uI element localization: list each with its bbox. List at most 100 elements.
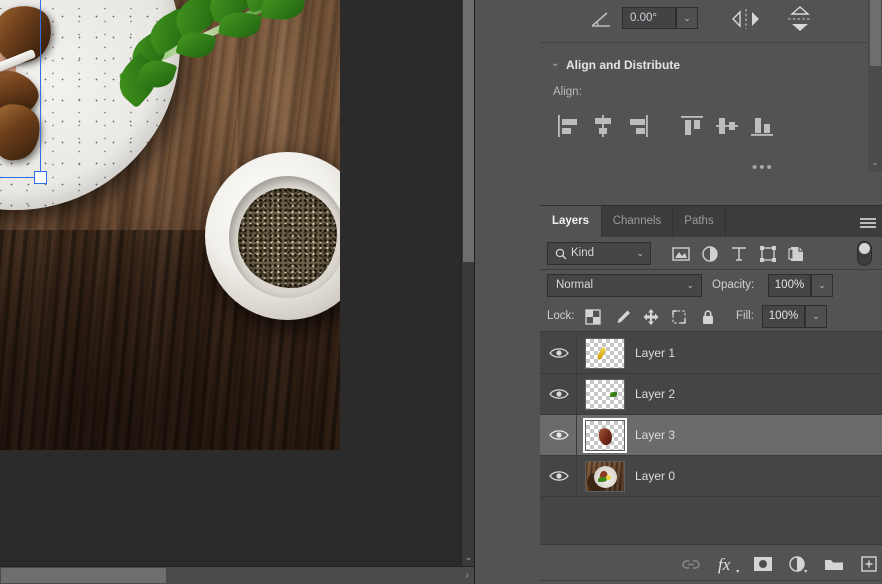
align-top-edges-icon[interactable] xyxy=(678,112,706,140)
thumbnail-artwork xyxy=(586,380,624,409)
layer-name[interactable]: Layer 3 xyxy=(635,415,675,456)
flip-vertical-icon[interactable] xyxy=(785,6,815,32)
chevron-down-icon[interactable]: ⌄ xyxy=(686,275,694,296)
lock-options-row: Lock: xyxy=(540,301,882,332)
eye-icon[interactable] xyxy=(549,469,569,483)
transparency-checkerboard xyxy=(585,420,625,451)
lock-transparent-pixels-icon[interactable] xyxy=(584,308,602,326)
panel-tab-bar: Layers Channels Paths xyxy=(540,206,882,237)
angle-dropdown-button[interactable]: ⌄ xyxy=(676,7,698,29)
new-group-icon[interactable] xyxy=(823,553,845,575)
layers-action-bar: fx xyxy=(540,544,882,580)
tab-layers[interactable]: Layers xyxy=(540,206,602,237)
canvas-horizontal-scroll-thumb[interactable] xyxy=(1,568,166,583)
layer-visibility-toggle[interactable] xyxy=(540,456,577,496)
canvas-vertical-scrollbar[interactable]: ⌄ xyxy=(461,0,474,566)
fill-label: Fill: xyxy=(736,301,754,332)
layer-thumbnail[interactable] xyxy=(585,379,625,410)
properties-scroll-thumb[interactable] xyxy=(870,0,881,66)
lock-all-icon[interactable] xyxy=(699,308,717,326)
align-horizontal-centers-icon[interactable] xyxy=(589,112,617,140)
search-icon xyxy=(555,248,567,260)
filter-type-layers-icon[interactable] xyxy=(728,243,750,265)
new-layer-icon[interactable] xyxy=(858,553,880,575)
photoshop-window: ⌄ › 0.00° ⌄ xyxy=(0,0,882,584)
layer-thumbnail[interactable] xyxy=(585,338,625,369)
blend-mode-value: Normal xyxy=(556,279,593,291)
table-row[interactable]: Layer 3 xyxy=(540,415,882,456)
lock-position-icon[interactable] xyxy=(642,308,660,326)
panel-footer xyxy=(540,580,882,584)
eye-icon[interactable] xyxy=(549,428,569,442)
filter-adjustment-layers-icon[interactable] xyxy=(699,243,721,265)
hamburger-menu-icon[interactable] xyxy=(860,218,876,227)
arugula-leaf xyxy=(112,0,322,116)
layer-list[interactable]: Layer 1 xyxy=(540,333,882,541)
layer-visibility-toggle[interactable] xyxy=(540,374,577,414)
align-label: Align: xyxy=(553,86,582,98)
canvas-vertical-scroll-thumb[interactable] xyxy=(463,0,474,262)
layer-thumbnail[interactable] xyxy=(585,461,625,492)
layer-name[interactable]: Layer 2 xyxy=(635,374,675,415)
transform-guide-vertical xyxy=(40,0,41,178)
layer-visibility-toggle[interactable] xyxy=(540,333,577,373)
tab-channels[interactable]: Channels xyxy=(602,206,673,237)
layer-name[interactable]: Layer 1 xyxy=(635,333,675,374)
chevron-down-icon[interactable]: ⌄ xyxy=(636,243,644,264)
flip-horizontal-icon[interactable] xyxy=(730,8,762,30)
lock-artboard-nesting-icon[interactable] xyxy=(670,308,688,326)
eye-icon[interactable] xyxy=(549,346,569,360)
opacity-label: Opacity: xyxy=(712,274,754,297)
fill-input[interactable]: 100% xyxy=(762,305,805,328)
canvas-horizontal-scrollbar[interactable]: › xyxy=(0,566,474,584)
add-layer-mask-icon[interactable] xyxy=(752,553,774,575)
table-row[interactable]: Layer 2 xyxy=(540,374,882,415)
opacity-dropdown-button[interactable]: ⌄ xyxy=(811,274,833,297)
lock-label: Lock: xyxy=(547,301,575,332)
filter-shape-layers-icon[interactable] xyxy=(757,243,779,265)
align-and-distribute-section: ⌄ Align and Distribute Align: xyxy=(540,44,868,204)
lock-image-pixels-icon[interactable] xyxy=(614,308,632,326)
layer-filter-row: Kind ⌄ xyxy=(540,237,882,270)
eye-icon[interactable] xyxy=(549,387,569,401)
opacity-input[interactable]: 100% xyxy=(768,274,811,297)
filter-enable-toggle[interactable] xyxy=(857,241,872,266)
align-buttons-group xyxy=(540,112,868,146)
layer-thumbnail[interactable] xyxy=(585,420,625,451)
chevron-right-icon[interactable]: › xyxy=(466,568,469,583)
blend-mode-select[interactable]: Normal ⌄ xyxy=(547,274,702,297)
align-left-edges-icon[interactable] xyxy=(554,112,582,140)
layers-panel: Layers Channels Paths Kind ⌄ xyxy=(540,205,882,584)
layer-kind-filter-select[interactable]: Kind ⌄ xyxy=(547,242,651,265)
svg-text:fx: fx xyxy=(718,555,731,574)
layer-style-fx-icon[interactable]: fx xyxy=(717,553,739,575)
document-canvas-window[interactable]: ⌄ › xyxy=(0,0,474,584)
align-vertical-centers-icon[interactable] xyxy=(713,112,741,140)
transform-row: 0.00° ⌄ xyxy=(540,0,868,43)
thumbnail-artwork xyxy=(585,461,625,492)
filter-pixel-layers-icon[interactable] xyxy=(670,243,692,265)
chevron-down-icon[interactable]: ⌄ xyxy=(551,58,559,69)
table-row[interactable]: Layer 1 xyxy=(540,333,882,374)
filter-smart-object-layers-icon[interactable] xyxy=(786,243,808,265)
transform-handle[interactable] xyxy=(34,171,47,184)
angle-input[interactable]: 0.00° xyxy=(622,7,676,29)
align-right-edges-icon[interactable] xyxy=(624,112,652,140)
properties-vertical-scrollbar[interactable]: ⌄ xyxy=(868,0,882,172)
chevron-down-icon[interactable]: ⌄ xyxy=(868,158,882,167)
align-bottom-edges-icon[interactable] xyxy=(748,112,776,140)
bowl-interior xyxy=(229,176,340,298)
layer-name[interactable]: Layer 0 xyxy=(635,456,675,497)
thumbnail-artwork xyxy=(586,421,624,450)
align-section-title: Align and Distribute xyxy=(566,58,680,72)
transparency-checkerboard xyxy=(585,338,625,369)
new-adjustment-layer-icon[interactable] xyxy=(787,553,809,575)
more-align-options-button[interactable]: ••• xyxy=(752,159,774,176)
right-dock: 0.00° ⌄ ⌄ xyxy=(540,0,882,584)
link-layers-icon[interactable] xyxy=(680,553,702,575)
table-row[interactable]: Layer 0 xyxy=(540,456,882,497)
canvas-artwork[interactable] xyxy=(0,0,340,450)
layer-visibility-toggle[interactable] xyxy=(540,415,577,455)
tab-paths[interactable]: Paths xyxy=(673,206,726,237)
fill-dropdown-button[interactable]: ⌄ xyxy=(805,305,827,328)
